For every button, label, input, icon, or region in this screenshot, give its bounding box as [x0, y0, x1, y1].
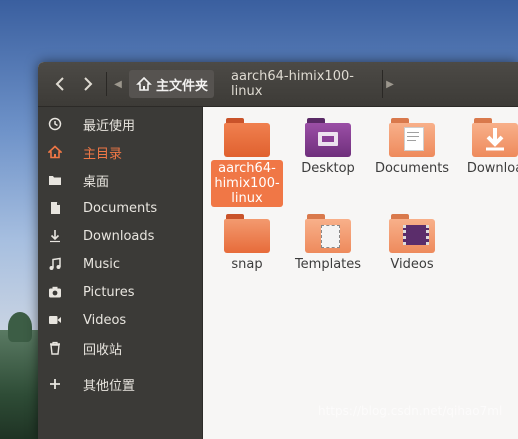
- sidebar-item-pictures[interactable]: Pictures: [38, 278, 202, 306]
- file-name: Desktop: [301, 161, 355, 176]
- sidebar-item-label: Music: [83, 256, 120, 272]
- sidebar-item-recent[interactable]: 最近使用: [38, 110, 202, 138]
- sidebar-item-desktop[interactable]: 桌面: [38, 166, 202, 194]
- breadcrumb-current-label: aarch64-himix100-linux: [231, 69, 354, 99]
- sidebar-item-videos[interactable]: Videos: [38, 306, 202, 334]
- watermark: https://blog.csdn.net/qihao7ml: [318, 404, 503, 418]
- file-name: aarch64- himix100- linux: [211, 160, 283, 207]
- videos-folder-icon: [389, 213, 435, 253]
- sidebar-item-label: Pictures: [83, 284, 135, 300]
- file-name: Videos: [390, 257, 434, 272]
- home-icon: [136, 76, 152, 91]
- file-item[interactable]: Downloa: [456, 117, 518, 177]
- trash-icon: [48, 341, 62, 355]
- back-button[interactable]: [46, 70, 74, 98]
- sidebar-item-label: Videos: [83, 312, 127, 328]
- sidebar-item-label: 其他位置: [83, 378, 136, 394]
- chevron-left-icon: [55, 77, 64, 91]
- video-icon: [48, 313, 62, 327]
- desktop-wallpaper-trees: [0, 312, 40, 439]
- file-name: Documents: [374, 161, 450, 176]
- music-icon: [48, 257, 62, 271]
- file-item[interactable]: Templates: [289, 213, 367, 273]
- sidebar-item-label: 最近使用: [83, 118, 136, 134]
- clock-icon: [48, 117, 62, 131]
- desktop-folder-icon: [305, 117, 351, 157]
- sidebar-item-music[interactable]: Music: [38, 250, 202, 278]
- file-manager-window: ◀ 主文件夹 aarch64-himix100-linux ▶ 最近使用 主目录: [38, 62, 518, 439]
- sidebar-item-documents[interactable]: Documents: [38, 194, 202, 222]
- file-name: Templates: [294, 257, 362, 272]
- file-item[interactable]: Videos: [373, 213, 451, 273]
- sidebar-item-label: 回收站: [83, 342, 123, 358]
- divider: [106, 72, 107, 96]
- breadcrumb-scroll-right-button[interactable]: ▶: [382, 70, 397, 98]
- sidebar-item-home[interactable]: 主目录: [38, 138, 202, 166]
- file-name: Downloa: [466, 161, 518, 176]
- file-item[interactable]: snap: [208, 213, 286, 273]
- file-item[interactable]: aarch64- himix100- linux: [208, 117, 286, 207]
- sidebar-item-trash[interactable]: 回收站: [38, 334, 202, 362]
- chevron-right-icon: [84, 77, 93, 91]
- file-item[interactable]: Desktop: [289, 117, 367, 177]
- file-item[interactable]: Documents: [373, 117, 451, 177]
- folder-icon: [224, 213, 270, 253]
- breadcrumb-home[interactable]: 主文件夹: [129, 70, 214, 98]
- sidebar-item-label: 桌面: [83, 174, 110, 190]
- breadcrumb-home-label: 主文件夹: [156, 78, 209, 94]
- download-icon: [48, 229, 62, 243]
- templates-folder-icon: [305, 213, 351, 253]
- sidebar: 最近使用 主目录 桌面 Documents Downloads Music Pi…: [38, 107, 203, 439]
- file-name: snap: [231, 257, 263, 272]
- plus-icon: [48, 377, 62, 391]
- breadcrumb-scroll-left-button[interactable]: ◀: [111, 70, 125, 98]
- sidebar-item-label: Documents: [83, 200, 158, 216]
- home-icon: [48, 145, 62, 159]
- documents-folder-icon: [389, 117, 435, 157]
- document-icon: [48, 201, 62, 215]
- folder-icon: [224, 117, 270, 157]
- header-bar: ◀ 主文件夹 aarch64-himix100-linux ▶: [38, 62, 518, 107]
- forward-button[interactable]: [74, 70, 102, 98]
- file-view: aarch64- himix100- linux Desktop Documen…: [203, 107, 518, 439]
- sidebar-item-label: 主目录: [83, 146, 123, 162]
- downloads-folder-icon: [472, 117, 518, 157]
- sidebar-item-downloads[interactable]: Downloads: [38, 222, 202, 250]
- camera-icon: [48, 285, 62, 299]
- sidebar-item-other-locations[interactable]: 其他位置: [38, 370, 202, 398]
- folder-icon: [48, 173, 62, 187]
- sidebar-item-label: Downloads: [83, 228, 155, 244]
- breadcrumb-current[interactable]: aarch64-himix100-linux: [222, 69, 381, 99]
